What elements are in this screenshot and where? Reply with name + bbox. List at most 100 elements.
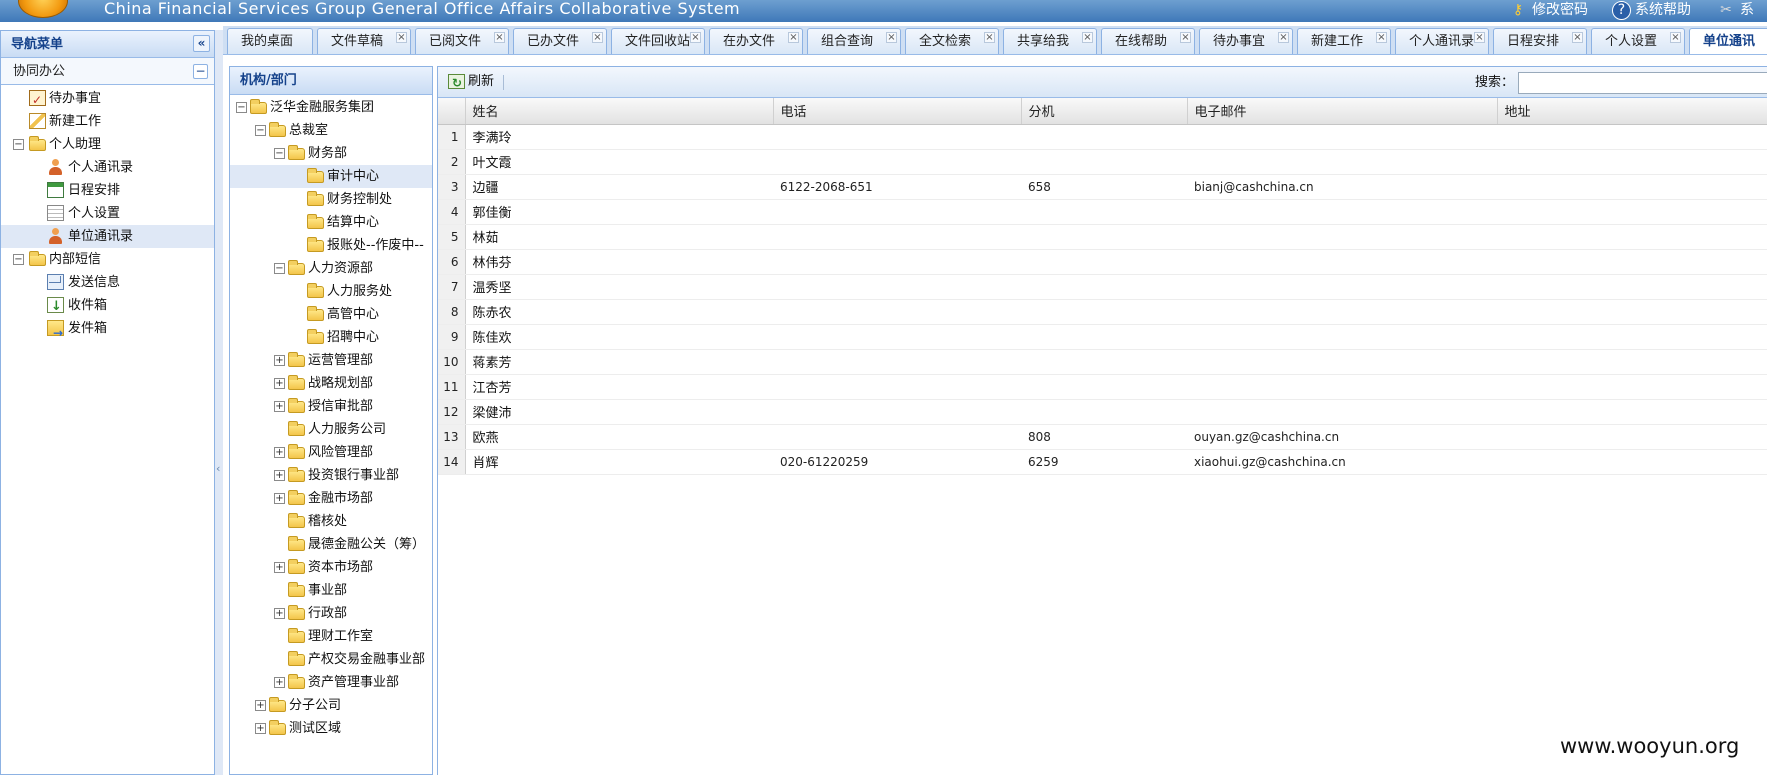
tree-node-recruitment[interactable]: 招聘中心 — [230, 326, 432, 349]
tab-read-files[interactable]: 已阅文件 × — [415, 28, 509, 54]
collapse-nav-button[interactable]: « — [193, 35, 210, 52]
close-icon[interactable]: × — [984, 32, 995, 43]
nav-item-org-contacts[interactable]: 单位通讯录 — [1, 225, 214, 248]
search-input[interactable] — [1518, 72, 1767, 94]
tree-node-equity-exchange[interactable]: 产权交易金融事业部 — [230, 648, 432, 671]
tree-node-reimbursement[interactable]: 报账处--作废中-- — [230, 234, 432, 257]
tree-node-executive-center[interactable]: 高管中心 — [230, 303, 432, 326]
collapse-section-button[interactable]: − — [193, 64, 208, 79]
nav-item-send-message[interactable]: 发送信息 — [1, 271, 214, 294]
nav-item-todo[interactable]: 待办事宜 — [1, 87, 214, 112]
table-row[interactable]: 2 叶文霞 — [438, 149, 1767, 175]
tab-fulltext-search[interactable]: 全文检索 × — [905, 28, 999, 54]
table-row[interactable]: 11 江杏芳 — [438, 374, 1767, 400]
expand-toggle-icon[interactable]: + — [274, 677, 285, 688]
nav-item-outbox[interactable]: 发件箱 — [1, 317, 214, 345]
table-row[interactable]: 10 蒋素芳 — [438, 349, 1767, 375]
tab-new-work[interactable]: 新建工作 × — [1297, 28, 1391, 54]
tree-node-asset-management[interactable]: + 资产管理事业部 — [230, 671, 432, 694]
tree-node-finance-control[interactable]: 财务控制处 — [230, 188, 432, 211]
table-row[interactable]: 8 陈赤农 — [438, 299, 1767, 325]
expand-toggle-icon[interactable]: + — [274, 470, 285, 481]
tree-node-financial-markets[interactable]: + 金融市场部 — [230, 487, 432, 510]
nav-item-internal-messages[interactable]: − 内部短信 — [1, 248, 214, 271]
tree-node-pr[interactable]: 晟德金融公关（筹） — [230, 533, 432, 556]
column-header-email[interactable]: 电子邮件 — [1187, 98, 1498, 125]
close-icon[interactable]: × — [1474, 32, 1485, 43]
table-row[interactable]: 4 郭佳衡 — [438, 199, 1767, 225]
tree-node-hr-company[interactable]: 人力服务公司 — [230, 418, 432, 441]
collapse-toggle-icon[interactable]: − — [236, 102, 247, 113]
close-icon[interactable]: × — [788, 32, 799, 43]
column-header-name[interactable]: 姓名 — [465, 98, 774, 125]
tree-node-credit-approval[interactable]: + 授信审批部 — [230, 395, 432, 418]
tree-node-president-office[interactable]: − 总裁室 — [230, 119, 432, 142]
close-icon[interactable]: × — [886, 32, 897, 43]
tab-recycle-bin[interactable]: 文件回收站 × — [611, 28, 705, 54]
nav-item-inbox[interactable]: 收件箱 — [1, 294, 214, 318]
tree-node-investment-banking[interactable]: + 投资银行事业部 — [230, 464, 432, 487]
column-header-address[interactable]: 地址 — [1497, 98, 1767, 125]
table-row[interactable]: 9 陈佳欢 — [438, 324, 1767, 350]
close-icon[interactable]: × — [1082, 32, 1093, 43]
collapse-toggle-icon[interactable]: − — [13, 254, 24, 265]
nav-item-personal-assistant[interactable]: − 个人助理 — [1, 133, 214, 156]
tab-schedule[interactable]: 日程安排 × — [1493, 28, 1587, 54]
nav-item-schedule[interactable]: 日程安排 — [1, 179, 214, 202]
column-header-extension[interactable]: 分机 — [1021, 98, 1188, 125]
tab-in-progress[interactable]: 在办文件 × — [709, 28, 803, 54]
system-link[interactable]: ✂系统 — [1716, 0, 1767, 20]
tree-node-wealth-studio[interactable]: 理财工作室 — [230, 625, 432, 648]
tree-node-strategy[interactable]: + 战略规划部 — [230, 372, 432, 395]
tree-node-finance[interactable]: − 财务部 — [230, 142, 432, 165]
table-row[interactable]: 3 边疆 6122-2068-651 658 bianj@cashchina.cn — [438, 174, 1767, 200]
table-row[interactable]: 7 温秀坚 — [438, 274, 1767, 300]
tree-node-admin[interactable]: + 行政部 — [230, 602, 432, 625]
close-icon[interactable]: × — [1670, 32, 1681, 43]
nav-item-new-work[interactable]: 新建工作 — [1, 110, 214, 133]
expand-toggle-icon[interactable]: + — [274, 401, 285, 412]
collapse-toggle-icon[interactable]: − — [274, 148, 285, 159]
expand-toggle-icon[interactable]: + — [274, 355, 285, 366]
tab-personal-contacts[interactable]: 个人通讯录 × — [1395, 28, 1489, 54]
panel-splitter[interactable] — [215, 30, 223, 775]
collapse-toggle-icon[interactable]: − — [274, 263, 285, 274]
table-row[interactable]: 5 林茹 — [438, 224, 1767, 250]
tree-node-business-unit[interactable]: 事业部 — [230, 579, 432, 602]
table-row[interactable]: 14 肖辉 020-61220259 6259 xiaohui.gz@cashchina… — [438, 449, 1767, 475]
tab-personal-settings[interactable]: 个人设置 × — [1591, 28, 1685, 54]
close-icon[interactable]: × — [494, 32, 505, 43]
table-row[interactable]: 1 李满玲 — [438, 124, 1767, 150]
nav-section-header[interactable]: 协同办公 − — [1, 58, 214, 85]
tree-node-settlement[interactable]: 结算中心 — [230, 211, 432, 234]
change-password-link[interactable]: ⚷ 修改密码 — [1508, 0, 1588, 20]
expand-toggle-icon[interactable]: + — [255, 700, 266, 711]
nav-item-personal-contacts[interactable]: 个人通讯录 — [1, 156, 214, 179]
tab-drafts[interactable]: 文件草稿 × — [317, 28, 411, 54]
tree-node-risk[interactable]: + 风险管理部 — [230, 441, 432, 464]
expand-toggle-icon[interactable]: + — [274, 562, 285, 573]
close-icon[interactable]: × — [1572, 32, 1583, 43]
tree-node-hr-service[interactable]: 人力服务处 — [230, 280, 432, 303]
tree-node-hr[interactable]: − 人力资源部 — [230, 257, 432, 280]
column-header-phone[interactable]: 电话 — [773, 98, 1022, 125]
tree-node-test-area[interactable]: + 测试区域 — [230, 717, 432, 740]
expand-toggle-icon[interactable]: + — [274, 378, 285, 389]
table-row[interactable]: 6 林伟芬 — [438, 249, 1767, 275]
table-row[interactable]: 13 欧燕 808 ouyan.gz@cashchina.cn — [438, 424, 1767, 450]
close-icon[interactable]: × — [396, 32, 407, 43]
tree-node-capital-markets[interactable]: + 资本市场部 — [230, 556, 432, 579]
collapse-toggle-icon[interactable]: − — [13, 139, 24, 150]
tree-node-operations[interactable]: + 运营管理部 — [230, 349, 432, 372]
refresh-button[interactable]: 刷新 — [446, 72, 500, 93]
tab-org-contacts[interactable]: 单位通讯 — [1689, 28, 1767, 54]
close-icon[interactable]: × — [592, 32, 603, 43]
tab-combined-query[interactable]: 组合查询 × — [807, 28, 901, 54]
tree-node-inspection[interactable]: 稽核处 — [230, 510, 432, 533]
close-icon[interactable]: × — [1376, 32, 1387, 43]
tree-node-group[interactable]: − 泛华金融服务集团 — [230, 96, 432, 119]
tab-todo[interactable]: 待办事宜 × — [1199, 28, 1293, 54]
expand-toggle-icon[interactable]: + — [274, 608, 285, 619]
tab-my-desktop[interactable]: 我的桌面 — [227, 28, 313, 54]
expand-toggle-icon[interactable]: + — [274, 493, 285, 504]
